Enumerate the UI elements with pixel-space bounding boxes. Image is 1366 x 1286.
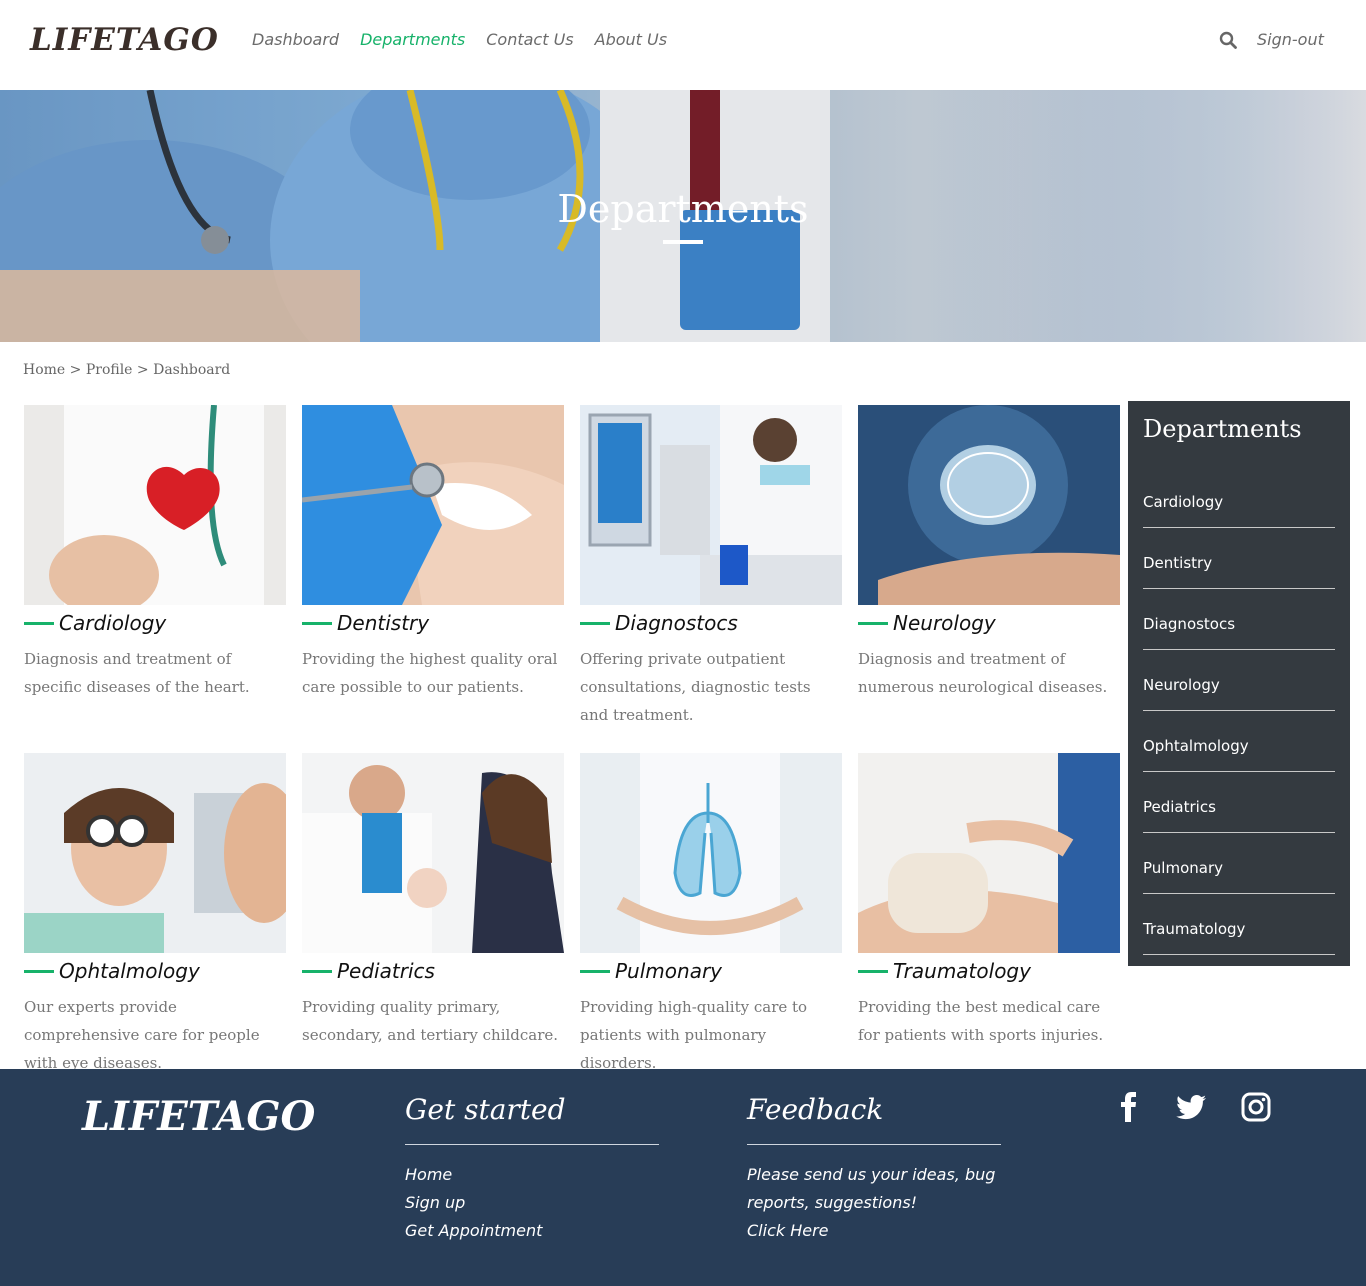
nav-about-us[interactable]: About Us [595, 30, 667, 49]
site-footer: LIFETAGO Get started Home Sign up Get Ap… [0, 1069, 1366, 1286]
pediatrics-image [302, 753, 564, 953]
card-title: Cardiology [59, 611, 167, 635]
sidebar-item-pediatrics[interactable]: Pediatrics [1143, 772, 1335, 833]
department-card-cardiology[interactable]: Cardiology Diagnosis and treatment of sp… [24, 405, 286, 696]
department-card-pulmonary[interactable]: Pulmonary Providing high-quality care to… [580, 753, 842, 1072]
card-description: Providing the highest quality oral care … [302, 650, 558, 696]
hero-underline [663, 240, 703, 244]
sidebar-item-traumatology[interactable]: Traumatology [1143, 894, 1335, 955]
sidebar-item-diagnostocs[interactable]: Diagnostocs [1143, 589, 1335, 650]
card-title: Pediatrics [337, 959, 435, 983]
nav-contact-us[interactable]: Contact Us [486, 30, 573, 49]
cardiology-image [24, 405, 286, 605]
facebook-icon[interactable] [1114, 1091, 1146, 1123]
footer-link-home[interactable]: Home [405, 1161, 452, 1189]
nav-dashboard[interactable]: Dashboard [252, 30, 339, 49]
nav-departments[interactable]: Departments [360, 30, 465, 49]
dentistry-image [302, 405, 564, 605]
card-title: Diagnostocs [615, 611, 738, 635]
signout-link[interactable]: Sign-out [1257, 30, 1324, 49]
traumatology-image [858, 753, 1120, 953]
footer-divider [405, 1144, 659, 1145]
site-logo[interactable]: LIFETAGO [30, 22, 219, 58]
top-navbar: LIFETAGO Dashboard Departments Contact U… [0, 0, 1366, 90]
footer-get-started-heading: Get started [405, 1093, 566, 1126]
accent-dash [580, 969, 610, 973]
accent-dash [24, 969, 54, 973]
diagnostocs-image [580, 405, 842, 605]
neurology-image [858, 405, 1120, 605]
feedback-click-here-link[interactable]: Click Here [747, 1217, 829, 1245]
twitter-icon[interactable] [1175, 1091, 1207, 1123]
accent-dash [24, 621, 54, 625]
footer-feedback-heading: Feedback [747, 1093, 884, 1126]
main-nav: Dashboard Departments Contact Us About U… [252, 30, 667, 49]
search-icon[interactable] [1219, 31, 1237, 49]
hero-title: Departments [557, 187, 809, 231]
sidebar-item-cardiology[interactable]: Cardiology [1143, 467, 1335, 528]
accent-dash [580, 621, 610, 625]
pulmonary-image [580, 753, 842, 953]
card-description: Offering private outpatient consultation… [580, 650, 811, 724]
accent-dash [302, 969, 332, 973]
ophtalmology-image [24, 753, 286, 953]
department-card-traumatology[interactable]: Traumatology Providing the best medical … [858, 753, 1120, 1044]
feedback-text: Please send us your ideas, bug [747, 1165, 996, 1184]
card-description: Diagnosis and treatment of specific dise… [24, 650, 250, 696]
card-description: Providing the best medical care for pati… [858, 998, 1104, 1044]
card-title: Neurology [893, 611, 996, 635]
footer-logo[interactable]: LIFETAGO [82, 1093, 315, 1140]
instagram-icon[interactable] [1240, 1091, 1272, 1123]
department-card-diagnostocs[interactable]: Diagnostocs Offering private outpatient … [580, 405, 842, 724]
feedback-text: reports, suggestions! [747, 1193, 918, 1212]
footer-link-sign-up[interactable]: Sign up [405, 1189, 465, 1217]
card-description: Providing quality primary, secondary, an… [302, 998, 559, 1044]
card-description: Our experts provide comprehensive care f… [24, 998, 260, 1072]
hero-banner: Departments [0, 90, 1366, 342]
card-description: Diagnosis and treatment of numerous neur… [858, 650, 1108, 696]
footer-link-get-appointment[interactable]: Get Appointment [405, 1217, 542, 1245]
department-card-dentistry[interactable]: Dentistry Providing the highest quality … [302, 405, 564, 696]
card-title: Pulmonary [615, 959, 723, 983]
sidebar-item-ophtalmology[interactable]: Ophtalmology [1143, 711, 1335, 772]
breadcrumb[interactable]: Home > Profile > Dashboard [23, 362, 230, 378]
card-title: Ophtalmology [59, 959, 200, 983]
sidebar-item-dentistry[interactable]: Dentistry [1143, 528, 1335, 589]
accent-dash [858, 621, 888, 625]
card-title: Traumatology [893, 959, 1031, 983]
department-card-ophtalmology[interactable]: Ophtalmology Our experts provide compreh… [24, 753, 286, 1072]
card-description: Providing high-quality care to patients … [580, 998, 808, 1072]
card-title: Dentistry [337, 611, 430, 635]
sidebar-title: Departments [1143, 415, 1302, 443]
department-card-pediatrics[interactable]: Pediatrics Providing quality primary, se… [302, 753, 564, 1044]
footer-divider [747, 1144, 1001, 1145]
accent-dash [858, 969, 888, 973]
sidebar-item-pulmonary[interactable]: Pulmonary [1143, 833, 1335, 894]
department-card-neurology[interactable]: Neurology Diagnosis and treatment of num… [858, 405, 1120, 696]
accent-dash [302, 621, 332, 625]
departments-sidebar: Departments Cardiology Dentistry Diagnos… [1128, 401, 1350, 966]
sidebar-item-neurology[interactable]: Neurology [1143, 650, 1335, 711]
